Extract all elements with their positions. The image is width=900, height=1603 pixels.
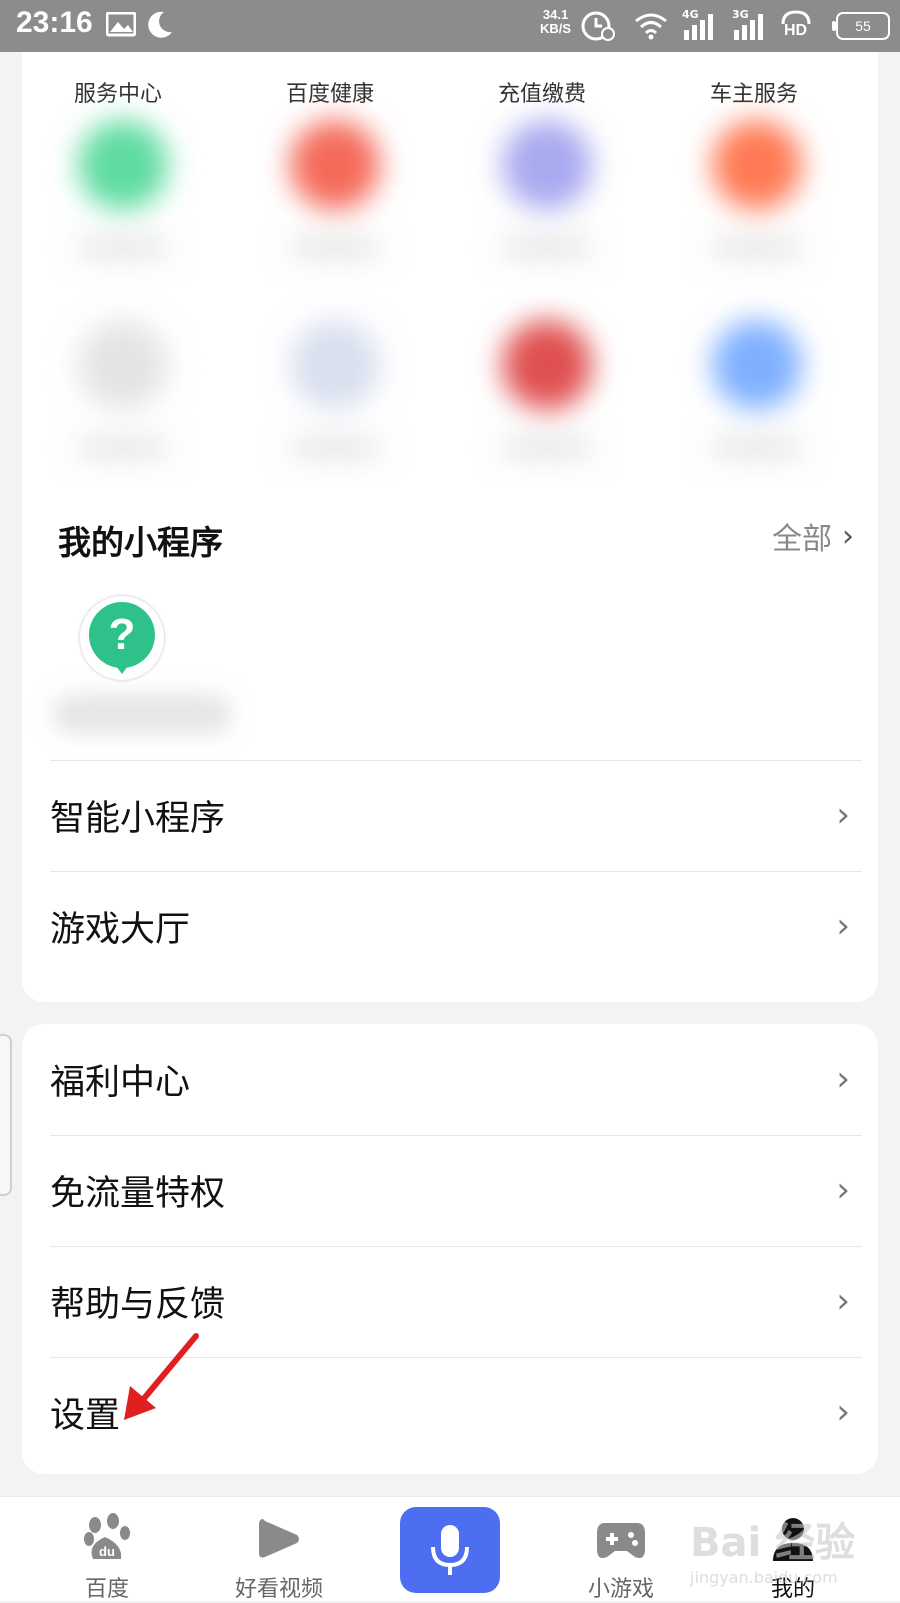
wifi-icon [635,13,667,40]
services-labels: 服务中心 百度健康 充值缴费 车主服务 [22,80,878,107]
baidu-paw-icon: du [84,1513,130,1559]
chevron-right-icon: › [836,1281,850,1321]
menu-item-free-data[interactable]: 免流量特权 › [50,1135,850,1245]
service-label[interactable]: 车主服务 [710,76,798,108]
menu-item-label: 免流量特权 [50,1173,226,1214]
chevron-right-icon: › [836,906,850,946]
chevron-right-icon: › [842,518,854,554]
battery-indicator: 55 [832,12,890,40]
menu-item-game-hall[interactable]: 游戏大厅 › [50,871,850,981]
blurred-service-grid [22,110,878,510]
nav-label: 百度 [84,1577,129,1602]
nav-item-mini-games[interactable]: 小游戏 [566,1507,676,1603]
question-bubble-icon: ? [88,602,155,674]
service-label[interactable]: 百度健康 [286,76,374,108]
blurred-app-icon [290,320,380,410]
blurred-app-label [78,440,168,456]
network-speed: 34.1 KB/S [540,8,571,36]
blurred-app-label [712,440,802,456]
menu-item-label: 福利中心 [50,1062,191,1103]
signal-icon [734,14,763,40]
signal-icon [684,14,713,40]
play-icon [259,1519,299,1558]
svg-text:?: ? [109,610,136,659]
chevron-right-icon: › [836,1170,850,1210]
blurred-app-label [502,440,592,456]
chevron-right-icon: › [836,1059,850,1099]
blurred-app-icon [712,120,802,210]
annotation-arrow-icon [124,1333,199,1420]
chevron-right-icon: › [836,795,850,835]
chevron-right-icon: › [836,1392,850,1432]
mini-programs-all-link[interactable]: 全部 › [772,514,854,558]
menu-item-label: 游戏大厅 [50,909,191,950]
nav-item-haokan-video[interactable]: 好看视频 [224,1507,334,1603]
nav-item-baidu[interactable]: du 百度 [52,1507,162,1603]
menu-item-welfare-center[interactable]: 福利中心 › [50,1024,850,1134]
blurred-app-icon [78,120,168,210]
moon-icon [148,11,172,38]
nav-label: 好看视频 [234,1577,323,1602]
all-label: 全部 [772,522,832,557]
menu-item-label: 设置 [50,1395,121,1436]
microphone-icon [431,1525,469,1575]
status-time: 23:16 [16,6,93,39]
services-card: 服务中心 百度健康 充值缴费 车主服务 [22,40,878,500]
blurred-mini-program-label [52,694,232,734]
blurred-app-icon [78,320,168,410]
hd-label: HD [784,22,808,39]
gamepad-icon [597,1523,645,1558]
blurred-app-label [712,240,802,256]
voice-search-button[interactable] [400,1507,500,1593]
image-icon [106,12,136,37]
network-speed-value: 34.1 [542,7,569,22]
service-label[interactable]: 充值缴费 [498,76,586,108]
mini-programs-card: 我的小程序 全部 › ? 智能小程序 › 游戏大厅 › [22,482,878,1002]
watermark-url: jingyan.baidu.com [690,1568,838,1587]
watermark: Bai 经验 jingyan.baidu.com [690,1510,855,1587]
nav-label: 小游戏 [587,1577,654,1602]
menu-item-label: 智能小程序 [50,798,226,839]
menu-item-smart-miniprogram[interactable]: 智能小程序 › [50,760,850,870]
network-speed-unit: KB/S [540,21,572,36]
blurred-app-label [290,240,380,256]
watermark-text: Bai 经验 [690,1520,856,1566]
alarm-icon [581,11,615,41]
svg-text:du: du [99,1544,115,1559]
mini-program-item[interactable]: ? [80,596,164,680]
mini-programs-title: 我的小程序 [58,523,223,562]
blurred-app-icon [502,320,592,410]
side-edge-handle[interactable] [0,1034,12,1196]
blurred-app-label [78,240,168,256]
blurred-app-icon [502,120,592,210]
blurred-app-icon [712,320,802,410]
menu-item-label: 帮助与反馈 [50,1284,226,1325]
blurred-app-label [502,240,592,256]
status-bar: 23:16 34.1 KB/S 4G 3G HD 55 [0,0,900,52]
service-label[interactable]: 服务中心 [74,76,162,108]
blurred-app-label [290,440,380,456]
blurred-app-icon [290,120,380,210]
